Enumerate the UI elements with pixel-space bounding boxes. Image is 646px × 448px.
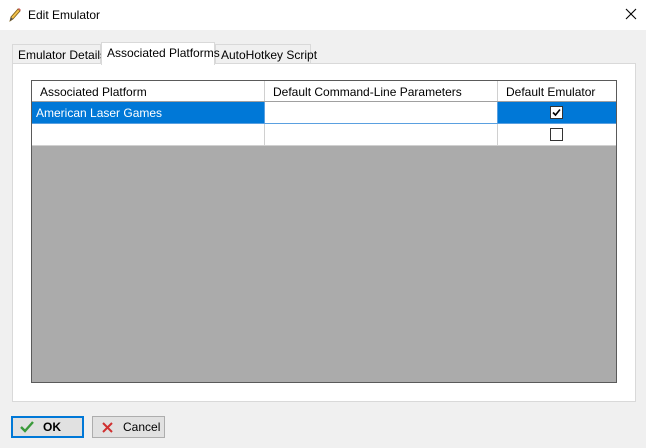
platforms-grid: Associated Platform Default Command-Line… bbox=[31, 80, 617, 383]
column-header-default-emulator[interactable]: Default Emulator bbox=[498, 81, 616, 101]
cancel-label: Cancel bbox=[123, 420, 161, 434]
checkmark-icon bbox=[552, 108, 561, 117]
column-header-parameters[interactable]: Default Command-Line Parameters bbox=[265, 81, 498, 101]
checkmark-icon bbox=[20, 420, 34, 434]
parameters-cell[interactable] bbox=[265, 102, 498, 124]
grid-header: Associated Platform Default Command-Line… bbox=[32, 81, 616, 102]
table-row[interactable]: American Laser Games bbox=[32, 102, 616, 124]
pencil-icon bbox=[8, 7, 22, 23]
column-header-platform[interactable]: Associated Platform bbox=[32, 81, 265, 101]
close-button[interactable] bbox=[616, 0, 646, 30]
table-row[interactable] bbox=[32, 124, 616, 146]
title-bar: Edit Emulator bbox=[0, 0, 646, 30]
edit-emulator-dialog: Edit Emulator Emulator Details Associate… bbox=[0, 0, 646, 448]
x-icon bbox=[100, 420, 114, 434]
window-title: Edit Emulator bbox=[28, 8, 101, 22]
ok-button[interactable]: OK bbox=[11, 416, 84, 438]
tab-autohotkey-script[interactable]: AutoHotkey Script bbox=[215, 44, 317, 64]
tab-associated-platforms[interactable]: Associated Platforms bbox=[101, 42, 220, 65]
default-emulator-checkbox[interactable] bbox=[550, 128, 563, 141]
associated-platforms-panel: Associated Platform Default Command-Line… bbox=[12, 63, 636, 402]
close-icon bbox=[625, 8, 637, 23]
default-emulator-cell[interactable] bbox=[498, 124, 616, 146]
platform-cell[interactable] bbox=[32, 124, 265, 146]
tab-emulator-details[interactable]: Emulator Details bbox=[12, 44, 106, 64]
platform-cell[interactable]: American Laser Games bbox=[32, 102, 265, 124]
default-emulator-cell[interactable] bbox=[498, 102, 616, 124]
parameters-cell[interactable] bbox=[265, 124, 498, 146]
default-emulator-checkbox[interactable] bbox=[550, 106, 563, 119]
ok-label: OK bbox=[43, 420, 61, 434]
cancel-button[interactable]: Cancel bbox=[92, 416, 165, 438]
